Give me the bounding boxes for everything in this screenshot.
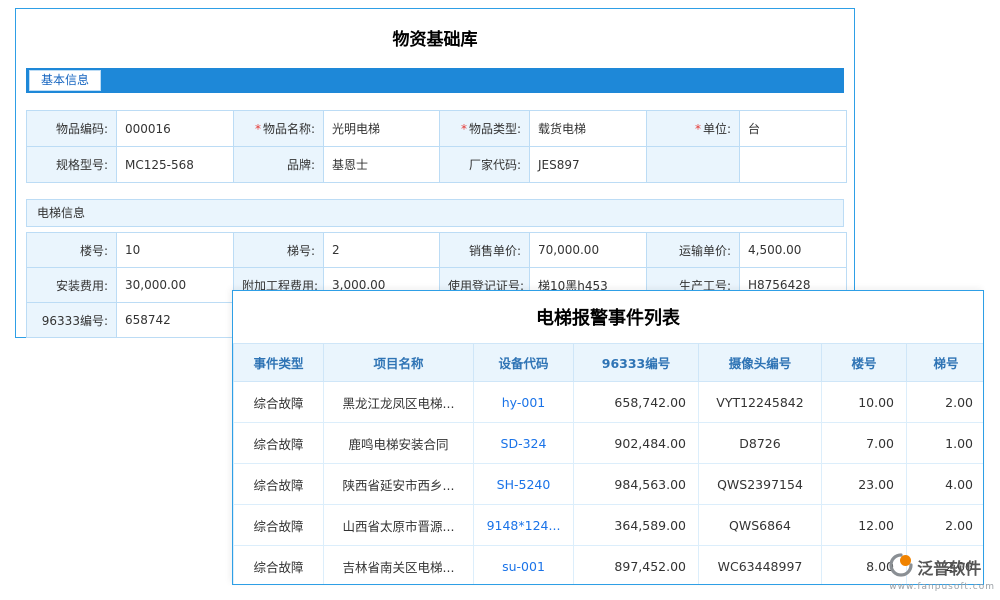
material-base-window: 物资基础库 基本信息 物品编码: 000016 *物品名称: 光明电梯 *物品类… [15, 8, 855, 338]
field-value [740, 147, 847, 183]
cell-camera-no: QWS6864 [699, 505, 822, 546]
cell-96333-no: 658,742.00 [574, 382, 699, 423]
field-label: 安装费用: [27, 268, 117, 303]
field-value: 4,500.00 [740, 233, 847, 268]
cell-elevator-no: 2.00 [907, 382, 985, 423]
cell-event-type: 综合故障 [234, 423, 324, 464]
required-mark: * [461, 122, 467, 136]
field-label: 销售单价: [440, 233, 530, 268]
cell-device-code-link[interactable]: su-001 [474, 546, 574, 586]
alarm-row[interactable]: 综合故障 鹿鸣电梯安装合同 SD-324 902,484.00 D8726 7.… [234, 423, 985, 464]
field-label: 品牌: [234, 147, 324, 183]
column-header-event-type: 事件类型 [234, 344, 324, 382]
field-label: 楼号: [27, 233, 117, 268]
fanpu-watermark: 泛普软件 www.fanpusoft.com [889, 553, 995, 592]
field-value: 30,000.00 [117, 268, 234, 303]
cell-building-no: 23.00 [822, 464, 907, 505]
alarm-row[interactable]: 综合故障 黑龙江龙凤区电梯... hy-001 658,742.00 VYT12… [234, 382, 985, 423]
field-label: 96333编号: [27, 303, 117, 338]
field-label: *物品类型: [440, 111, 530, 147]
cell-elevator-no: 1.00 [907, 423, 985, 464]
column-header-project-name: 项目名称 [324, 344, 474, 382]
cell-96333-no: 984,563.00 [574, 464, 699, 505]
form-row: 物品编码: 000016 *物品名称: 光明电梯 *物品类型: 载货电梯 *单位… [27, 111, 847, 147]
field-value: 000016 [117, 111, 234, 147]
field-value: 2 [324, 233, 440, 268]
alarm-event-list-window: 电梯报警事件列表 事件类型 项目名称 设备代码 96333编号 摄像头编号 楼号… [232, 290, 984, 585]
alarm-header-row: 事件类型 项目名称 设备代码 96333编号 摄像头编号 楼号 梯号 [234, 344, 985, 382]
form-row: 规格型号: MC125-568 品牌: 基恩士 厂家代码: JES897 [27, 147, 847, 183]
alarm-list-title: 电梯报警事件列表 [233, 291, 983, 343]
cell-building-no: 12.00 [822, 505, 907, 546]
field-label: 规格型号: [27, 147, 117, 183]
basic-info-table: 物品编码: 000016 *物品名称: 光明电梯 *物品类型: 载货电梯 *单位… [26, 110, 847, 183]
field-label: 厂家代码: [440, 147, 530, 183]
cell-event-type: 综合故障 [234, 382, 324, 423]
cell-project-name: 黑龙江龙凤区电梯... [324, 382, 474, 423]
cell-device-code-link[interactable]: 9148*124... [474, 505, 574, 546]
section-header-elevator-info: 电梯信息 [26, 199, 844, 227]
field-value: 基恩士 [324, 147, 440, 183]
field-value: 台 [740, 111, 847, 147]
tab-bar: 基本信息 [26, 68, 844, 93]
cell-project-name: 山西省太原市晋源... [324, 505, 474, 546]
alarm-event-table: 事件类型 项目名称 设备代码 96333编号 摄像头编号 楼号 梯号 综合故障 … [233, 343, 984, 585]
field-label: 物品编码: [27, 111, 117, 147]
cell-elevator-no: 2.00 [907, 505, 985, 546]
field-value: 658742 [117, 303, 234, 338]
alarm-row[interactable]: 综合故障 山西省太原市晋源... 9148*124... 364,589.00 … [234, 505, 985, 546]
column-header-camera-no: 摄像头编号 [699, 344, 822, 382]
cell-camera-no: WC63448997 [699, 546, 822, 586]
cell-device-code-link[interactable]: SD-324 [474, 423, 574, 464]
cell-camera-no: QWS2397154 [699, 464, 822, 505]
field-value: 70,000.00 [530, 233, 647, 268]
page-title: 物资基础库 [16, 9, 854, 68]
cell-device-code-link[interactable]: hy-001 [474, 382, 574, 423]
cell-project-name: 陕西省延安市西乡... [324, 464, 474, 505]
column-header-96333-no: 96333编号 [574, 344, 699, 382]
column-header-elevator-no: 梯号 [907, 344, 985, 382]
field-value: 载货电梯 [530, 111, 647, 147]
field-label: *物品名称: [234, 111, 324, 147]
watermark-brand: 泛普软件 [917, 555, 981, 579]
column-header-device-code: 设备代码 [474, 344, 574, 382]
field-value: MC125-568 [117, 147, 234, 183]
alarm-row[interactable]: 综合故障 吉林省南关区电梯... su-001 897,452.00 WC634… [234, 546, 985, 586]
cell-elevator-no: 4.00 [907, 464, 985, 505]
cell-96333-no: 902,484.00 [574, 423, 699, 464]
field-value: 10 [117, 233, 234, 268]
cell-project-name: 吉林省南关区电梯... [324, 546, 474, 586]
alarm-row[interactable]: 综合故障 陕西省延安市西乡... SH-5240 984,563.00 QWS2… [234, 464, 985, 505]
field-label [647, 147, 740, 183]
cell-building-no: 7.00 [822, 423, 907, 464]
watermark-site: www.fanpusoft.com [889, 582, 995, 592]
cell-building-no: 10.00 [822, 382, 907, 423]
required-mark: * [695, 122, 701, 136]
field-label: 运输单价: [647, 233, 740, 268]
form-row: 楼号: 10 梯号: 2 销售单价: 70,000.00 运输单价: 4,500… [27, 233, 847, 268]
cell-event-type: 综合故障 [234, 505, 324, 546]
field-value: JES897 [530, 147, 647, 183]
column-header-building-no: 楼号 [822, 344, 907, 382]
cell-device-code-link[interactable]: SH-5240 [474, 464, 574, 505]
cell-camera-no: VYT12245842 [699, 382, 822, 423]
required-mark: * [255, 122, 261, 136]
cell-event-type: 综合故障 [234, 546, 324, 586]
tab-basic-info[interactable]: 基本信息 [29, 70, 101, 91]
cell-96333-no: 897,452.00 [574, 546, 699, 586]
cell-96333-no: 364,589.00 [574, 505, 699, 546]
fanpu-logo-icon [889, 553, 913, 581]
watermark-top: 泛普软件 [889, 553, 995, 581]
field-label: *单位: [647, 111, 740, 147]
cell-camera-no: D8726 [699, 423, 822, 464]
cell-project-name: 鹿鸣电梯安装合同 [324, 423, 474, 464]
field-label: 梯号: [234, 233, 324, 268]
cell-event-type: 综合故障 [234, 464, 324, 505]
field-value: 光明电梯 [324, 111, 440, 147]
